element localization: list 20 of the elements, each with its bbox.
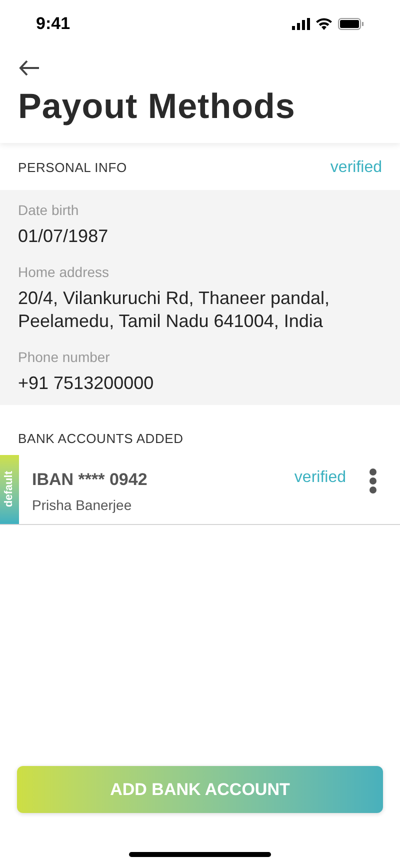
more-icon <box>369 468 377 494</box>
field-label: Home address <box>18 263 110 282</box>
verified-status: verified <box>330 158 382 178</box>
default-tag: default <box>0 455 19 524</box>
signal-icon <box>292 18 310 30</box>
page-title: Payout Methods <box>18 87 296 127</box>
verified-status: verified <box>294 468 346 488</box>
field-value: 20/4, Vilankuruchi Rd, Thaneer pandal, Peelamedu, Tamil Nadu 641004, India <box>18 287 331 333</box>
field-value: +91 7513200000 <box>18 372 155 395</box>
wifi-icon <box>316 18 332 30</box>
back-arrow-icon <box>18 60 40 76</box>
account-holder: Prisha Banerjee <box>32 496 133 515</box>
section-heading: BANK ACCOUNTS ADDED <box>18 430 184 448</box>
battery-icon <box>338 18 364 30</box>
field-label: Date birth <box>18 201 80 220</box>
account-number: IBAN **** 0942 <box>32 469 148 491</box>
field-value: 01/07/1987 <box>18 225 110 248</box>
status-time: 9:41 <box>36 13 70 36</box>
field-label: Phone number <box>18 348 111 367</box>
section-heading: PERSONAL INFO <box>18 159 127 178</box>
